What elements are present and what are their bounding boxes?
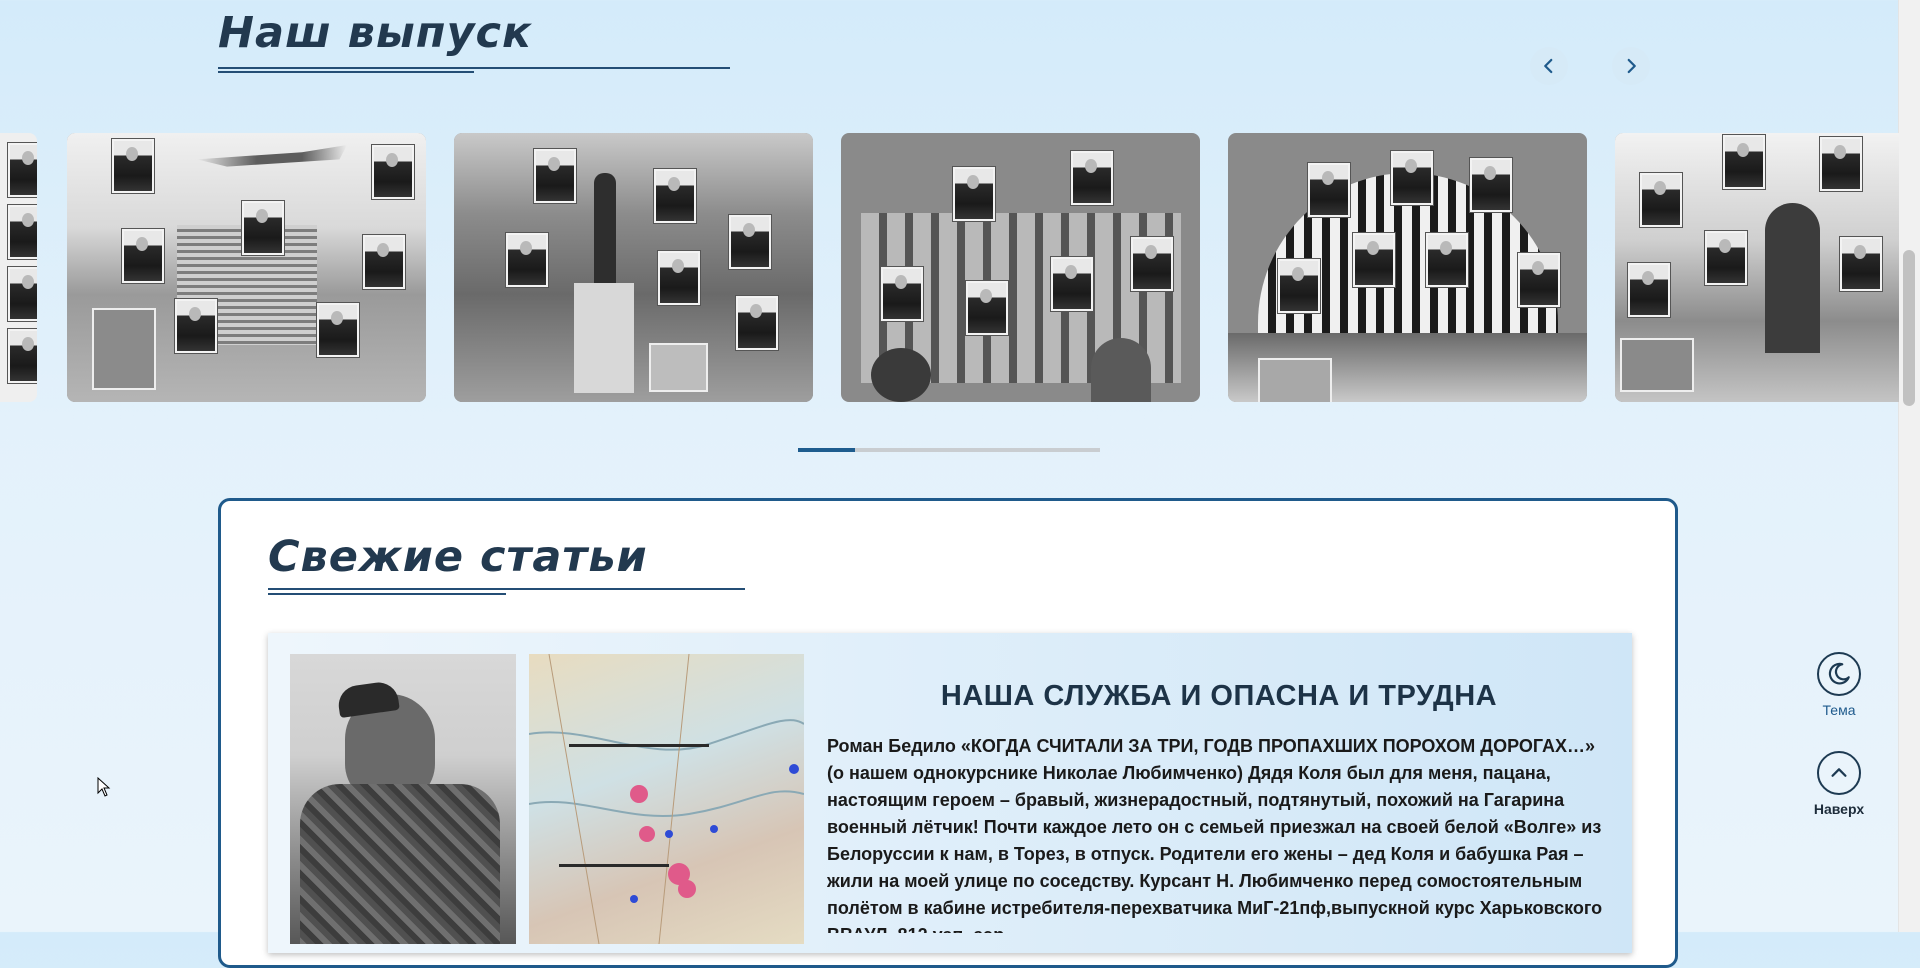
article-title[interactable]: НАША СЛУЖБА И ОПАСНА И ТРУДНА bbox=[826, 680, 1612, 713]
portrait-photo bbox=[242, 201, 284, 255]
articles-title-underline-accent bbox=[268, 593, 506, 595]
group-photo bbox=[649, 343, 708, 392]
portrait-photo bbox=[122, 229, 164, 283]
portrait-photo bbox=[729, 215, 771, 269]
portrait-photo bbox=[1820, 137, 1862, 191]
carousel-progress-indicator bbox=[798, 448, 855, 452]
portrait-photo bbox=[8, 143, 37, 197]
portrait-photo bbox=[317, 303, 359, 357]
portrait-photo bbox=[1840, 237, 1882, 291]
portrait-photo bbox=[654, 169, 696, 223]
scrollbar-thumb[interactable] bbox=[1903, 250, 1915, 406]
group-photo bbox=[1620, 338, 1694, 392]
portrait-photo bbox=[953, 167, 995, 221]
article-photo-map[interactable] bbox=[529, 654, 804, 944]
carousel-prev-button[interactable] bbox=[1530, 47, 1568, 85]
portrait-photo bbox=[1051, 257, 1093, 311]
mouse-cursor-icon bbox=[97, 777, 111, 797]
moon-icon-circle bbox=[1817, 652, 1861, 696]
theme-label: Тема bbox=[1822, 702, 1856, 718]
article-photo-soldier[interactable] bbox=[290, 654, 516, 944]
portrait-photo bbox=[8, 329, 37, 383]
vehicle-image bbox=[871, 348, 931, 402]
chevron-up-icon bbox=[1831, 768, 1847, 777]
carousel-slide[interactable] bbox=[67, 133, 426, 402]
carousel-slide[interactable] bbox=[454, 133, 813, 402]
chevron-right-icon bbox=[1627, 58, 1636, 74]
carousel-slide[interactable] bbox=[1228, 133, 1587, 402]
group-photo bbox=[92, 308, 156, 390]
article-excerpt: Роман Бедило «КОГДА СЧИТАЛИ ЗА ТРИ, ГОДВ… bbox=[827, 736, 1603, 933]
portrait-photo bbox=[658, 251, 700, 305]
gallery-title-underline-accent bbox=[218, 71, 474, 73]
portrait-photo bbox=[112, 139, 154, 193]
portrait-photo bbox=[1391, 151, 1433, 205]
portrait-photo bbox=[736, 296, 778, 350]
portrait-photo bbox=[1131, 237, 1173, 291]
chevron-left-icon bbox=[1544, 58, 1553, 74]
carousel-next-button[interactable] bbox=[1612, 47, 1650, 85]
gallery-title: Наш выпуск bbox=[218, 8, 533, 58]
carousel-slide[interactable] bbox=[841, 133, 1200, 402]
portrait-photo bbox=[363, 235, 405, 289]
person-image bbox=[1091, 338, 1151, 402]
portrait-photo bbox=[372, 145, 414, 199]
page-scrollbar[interactable] bbox=[1898, 0, 1920, 932]
chevron-up-icon-circle bbox=[1817, 751, 1861, 795]
portrait-photo bbox=[1426, 233, 1468, 287]
portrait-photo bbox=[1353, 233, 1395, 287]
group-photo bbox=[1258, 358, 1332, 402]
portrait-photo bbox=[1071, 151, 1113, 205]
portrait-photo bbox=[8, 267, 37, 321]
articles-title: Свежие статьи bbox=[268, 532, 648, 582]
portrait-photo bbox=[1278, 259, 1320, 313]
scroll-to-top-button[interactable]: Наверх bbox=[1794, 751, 1884, 817]
articles-title-underline bbox=[268, 588, 745, 590]
portrait-photo bbox=[1308, 163, 1350, 217]
portrait-photo bbox=[1640, 173, 1682, 227]
portrait-photo bbox=[1518, 253, 1560, 307]
portrait-photo bbox=[966, 281, 1008, 335]
monument-statue bbox=[594, 173, 616, 283]
top-label: Наверх bbox=[1813, 801, 1865, 817]
portrait-photo bbox=[1628, 263, 1670, 317]
portrait-photo bbox=[175, 299, 217, 353]
map-image bbox=[529, 654, 804, 944]
monument-pedestal bbox=[574, 283, 634, 393]
carousel-slide[interactable] bbox=[1615, 133, 1899, 402]
portrait-photo bbox=[8, 205, 37, 259]
portrait-photo bbox=[1470, 158, 1512, 212]
portrait-photo bbox=[1705, 231, 1747, 285]
camouflage-image bbox=[300, 784, 500, 944]
carousel-slide[interactable] bbox=[0, 133, 37, 402]
portrait-photo bbox=[881, 267, 923, 321]
gallery-title-underline bbox=[218, 67, 730, 69]
theme-toggle-button[interactable]: Тема bbox=[1794, 652, 1884, 718]
chapel-image bbox=[1765, 203, 1820, 353]
graduation-carousel[interactable] bbox=[0, 133, 1899, 403]
moon-icon bbox=[1828, 662, 1850, 685]
portrait-photo bbox=[534, 149, 576, 203]
portrait-photo bbox=[506, 233, 548, 287]
portrait-photo bbox=[1723, 135, 1765, 189]
